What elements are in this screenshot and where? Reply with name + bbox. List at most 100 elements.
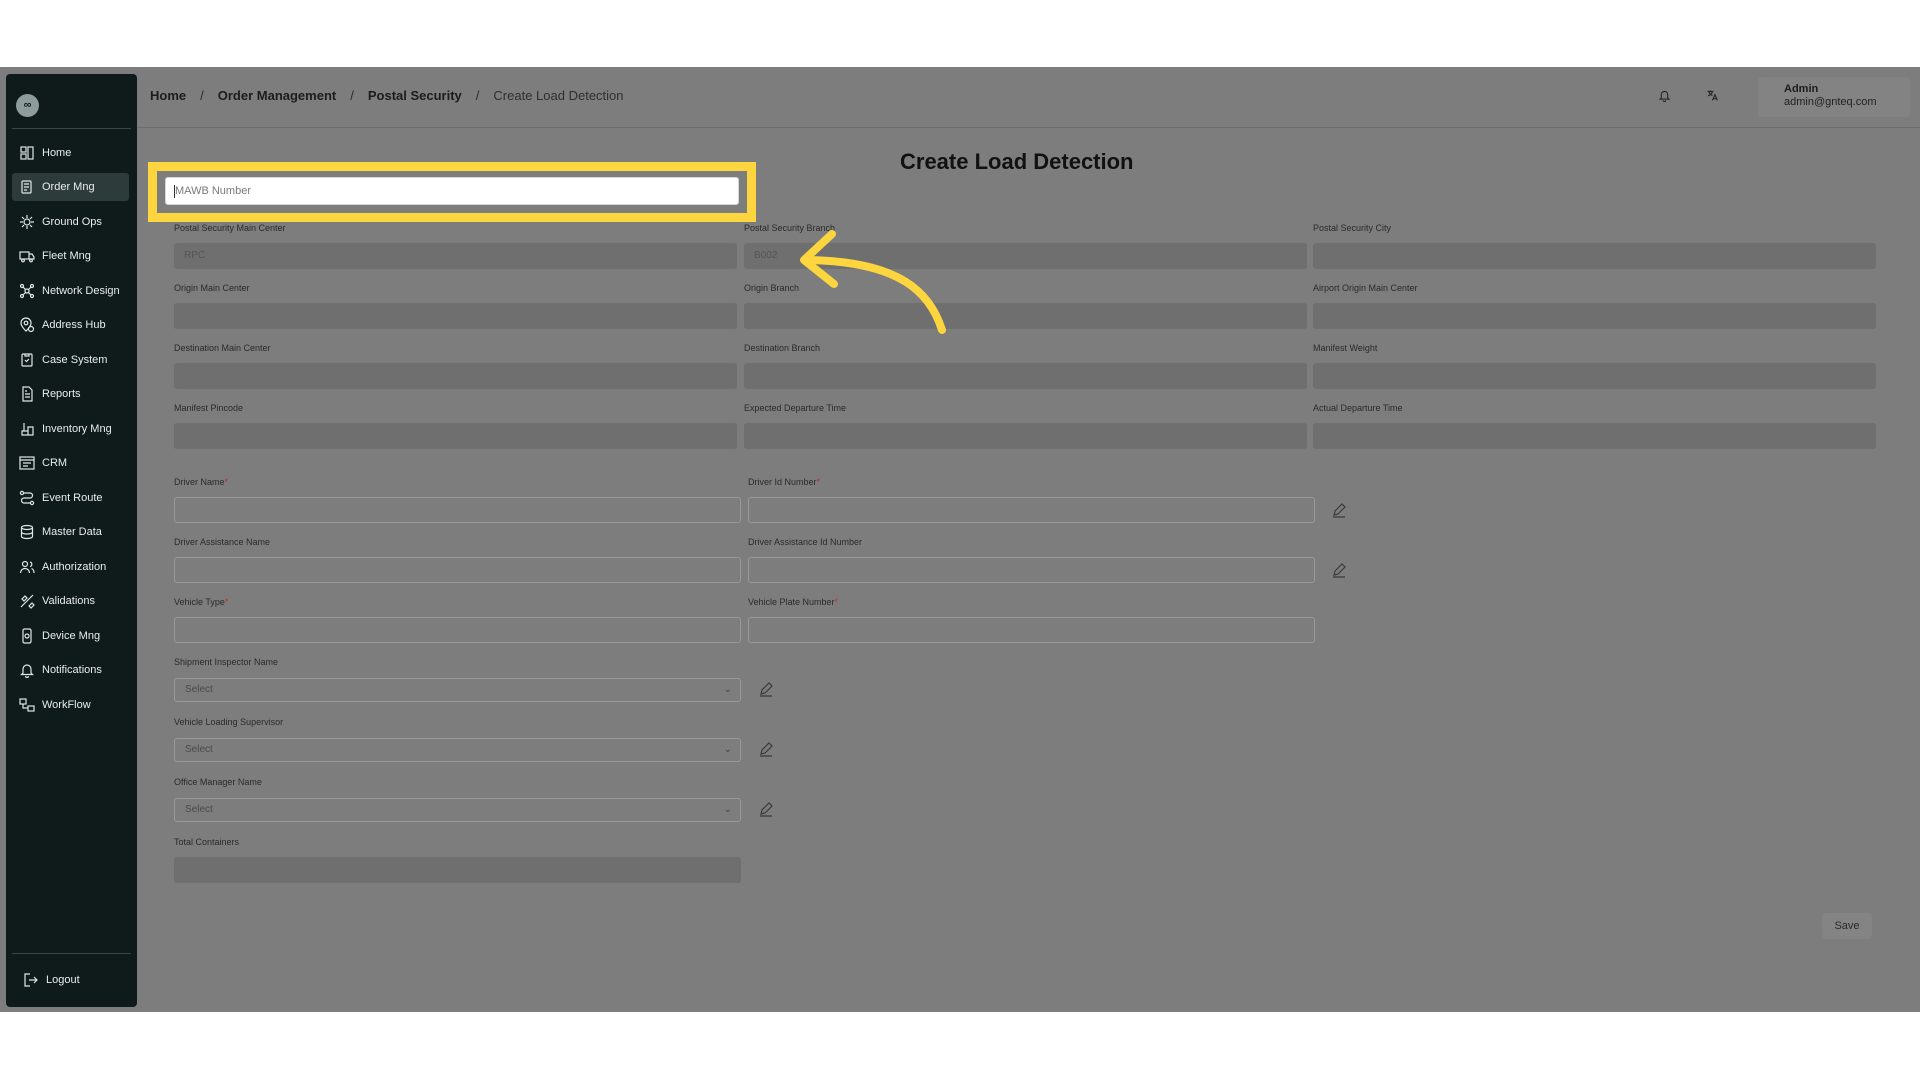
inventory-icon — [19, 421, 35, 437]
sidebar-item-reports[interactable]: Reports — [12, 380, 129, 408]
edit-office-manager-button[interactable] — [755, 798, 777, 820]
logout-button[interactable]: Logout — [16, 966, 133, 994]
sidebar-item-order-mng[interactable]: Order Mng — [12, 173, 129, 201]
translate-button[interactable] — [1698, 81, 1726, 109]
app-logo: ∞ — [16, 94, 39, 117]
sidebar-item-validations[interactable]: Validations — [12, 587, 129, 615]
shipment-inspector-label: Shipment Inspector Name — [174, 657, 279, 667]
vehicle-type-input[interactable] — [174, 617, 741, 643]
edit-driver-button[interactable] — [1328, 499, 1350, 521]
mawb-number-input[interactable]: MAWB Number — [165, 177, 739, 205]
user-email: admin@gnteq.com — [1784, 96, 1877, 108]
route-icon — [19, 490, 35, 506]
driver-name-input[interactable] — [174, 497, 741, 523]
sidebar: ∞ Home Order Mng Ground Ops Fleet Mng Ne… — [6, 74, 137, 1007]
postal-security-main-center-label: Postal Security Main Center — [174, 223, 286, 233]
sidebar-item-label: Home — [42, 147, 72, 159]
expected-departure-time-label: Expected Departure Time — [744, 403, 847, 413]
edit-supervisor-button[interactable] — [755, 738, 777, 760]
sidebar-item-crm[interactable]: CRM — [12, 449, 129, 477]
select-placeholder: Select — [185, 684, 213, 695]
save-button[interactable]: Save — [1822, 913, 1872, 939]
office-manager-label: Office Manager Name — [174, 777, 262, 787]
user-profile[interactable]: Admin admin@gnteq.com — [1758, 77, 1910, 117]
manifest-weight-field — [1313, 363, 1876, 389]
logout-icon — [23, 972, 39, 988]
network-icon — [19, 283, 35, 299]
actual-departure-time-label: Actual Departure Time — [1313, 403, 1403, 413]
sidebar-item-address-hub[interactable]: Address Hub — [12, 311, 129, 339]
pencil-icon — [760, 742, 773, 757]
manifest-weight-label: Manifest Weight — [1313, 343, 1378, 353]
driver-assistance-id-input[interactable] — [748, 557, 1315, 583]
truck-icon — [19, 248, 35, 264]
breadcrumb-order-management[interactable]: Order Management — [218, 88, 336, 103]
bell-icon — [19, 662, 35, 678]
chevron-down-icon: ⌄ — [723, 804, 732, 815]
user-name: Admin — [1784, 83, 1819, 95]
edit-inspector-button[interactable] — [755, 678, 777, 700]
actual-departure-time-field — [1313, 423, 1876, 449]
sidebar-item-authorization[interactable]: Authorization — [12, 553, 129, 581]
sidebar-item-label: WorkFlow — [42, 699, 91, 711]
bell-icon — [1658, 90, 1670, 102]
sidebar-item-label: CRM — [42, 457, 68, 469]
sidebar-item-device-mng[interactable]: Device Mng — [12, 622, 129, 650]
order-icon — [19, 179, 35, 195]
edit-driver-assistance-button[interactable] — [1328, 559, 1350, 581]
driver-assistance-name-input[interactable] — [174, 557, 741, 583]
validation-icon — [19, 593, 35, 609]
sidebar-item-workflow[interactable]: WorkFlow — [12, 691, 129, 719]
sidebar-item-label: Reports — [42, 388, 81, 400]
database-icon — [19, 524, 35, 540]
vehicle-loading-supervisor-label: Vehicle Loading Supervisor — [174, 717, 284, 727]
select-placeholder: Select — [185, 804, 213, 815]
office-manager-select[interactable]: Select ⌄ — [174, 798, 741, 822]
sidebar-item-inventory-mng[interactable]: Inventory Mng — [12, 415, 129, 443]
sidebar-divider — [12, 128, 131, 129]
sidebar-item-label: Notifications — [42, 664, 102, 676]
breadcrumb-postal-security[interactable]: Postal Security — [368, 88, 462, 103]
home-grid-icon — [19, 145, 35, 161]
sidebar-item-label: Validations — [42, 595, 95, 607]
chevron-down-icon: ⌄ — [723, 744, 732, 755]
total-containers-label: Total Containers — [174, 837, 240, 847]
sidebar-item-label: Device Mng — [42, 630, 101, 642]
chevron-down-icon: ⌄ — [723, 684, 732, 695]
sidebar-item-fleet-mng[interactable]: Fleet Mng — [12, 242, 129, 270]
notification-bell-button[interactable] — [1650, 81, 1678, 109]
sidebar-item-label: Event Route — [42, 492, 103, 504]
origin-main-center-field — [174, 303, 737, 329]
sidebar-item-label: Ground Ops — [42, 216, 102, 228]
pencil-icon — [760, 802, 773, 817]
sidebar-item-notifications[interactable]: Notifications — [12, 656, 129, 684]
breadcrumb-separator: / — [200, 88, 204, 103]
sidebar-divider — [12, 953, 131, 954]
sidebar-item-case-system[interactable]: Case System — [12, 346, 129, 374]
breadcrumb-current: Create Load Detection — [493, 88, 624, 103]
sidebar-item-network-design[interactable]: Network Design — [12, 277, 129, 305]
sidebar-item-home[interactable]: Home — [12, 139, 129, 167]
sidebar-item-label: Case System — [42, 354, 108, 366]
origin-main-center-label: Origin Main Center — [174, 283, 250, 293]
shipment-inspector-select[interactable]: Select ⌄ — [174, 678, 741, 702]
breadcrumb-home[interactable]: Home — [150, 88, 186, 103]
vehicle-plate-input[interactable] — [748, 617, 1315, 643]
total-containers-field — [174, 857, 741, 883]
destination-main-center-field — [174, 363, 737, 389]
sidebar-item-ground-ops[interactable]: Ground Ops — [12, 208, 129, 236]
sidebar-item-master-data[interactable]: Master Data — [12, 518, 129, 546]
device-icon — [19, 628, 35, 644]
breadcrumb-separator: / — [475, 88, 480, 103]
expected-departure-time-field — [744, 423, 1307, 449]
sidebar-item-label: Fleet Mng — [42, 250, 91, 262]
address-pin-icon — [19, 317, 35, 333]
postal-security-city-label: Postal Security City — [1313, 223, 1392, 233]
pencil-icon — [760, 682, 773, 697]
driver-id-input[interactable] — [748, 497, 1315, 523]
manifest-pincode-field — [174, 423, 737, 449]
annotation-arrow — [800, 230, 946, 334]
ground-ops-icon — [19, 214, 35, 230]
sidebar-item-event-route[interactable]: Event Route — [12, 484, 129, 512]
vehicle-loading-supervisor-select[interactable]: Select ⌄ — [174, 738, 741, 762]
